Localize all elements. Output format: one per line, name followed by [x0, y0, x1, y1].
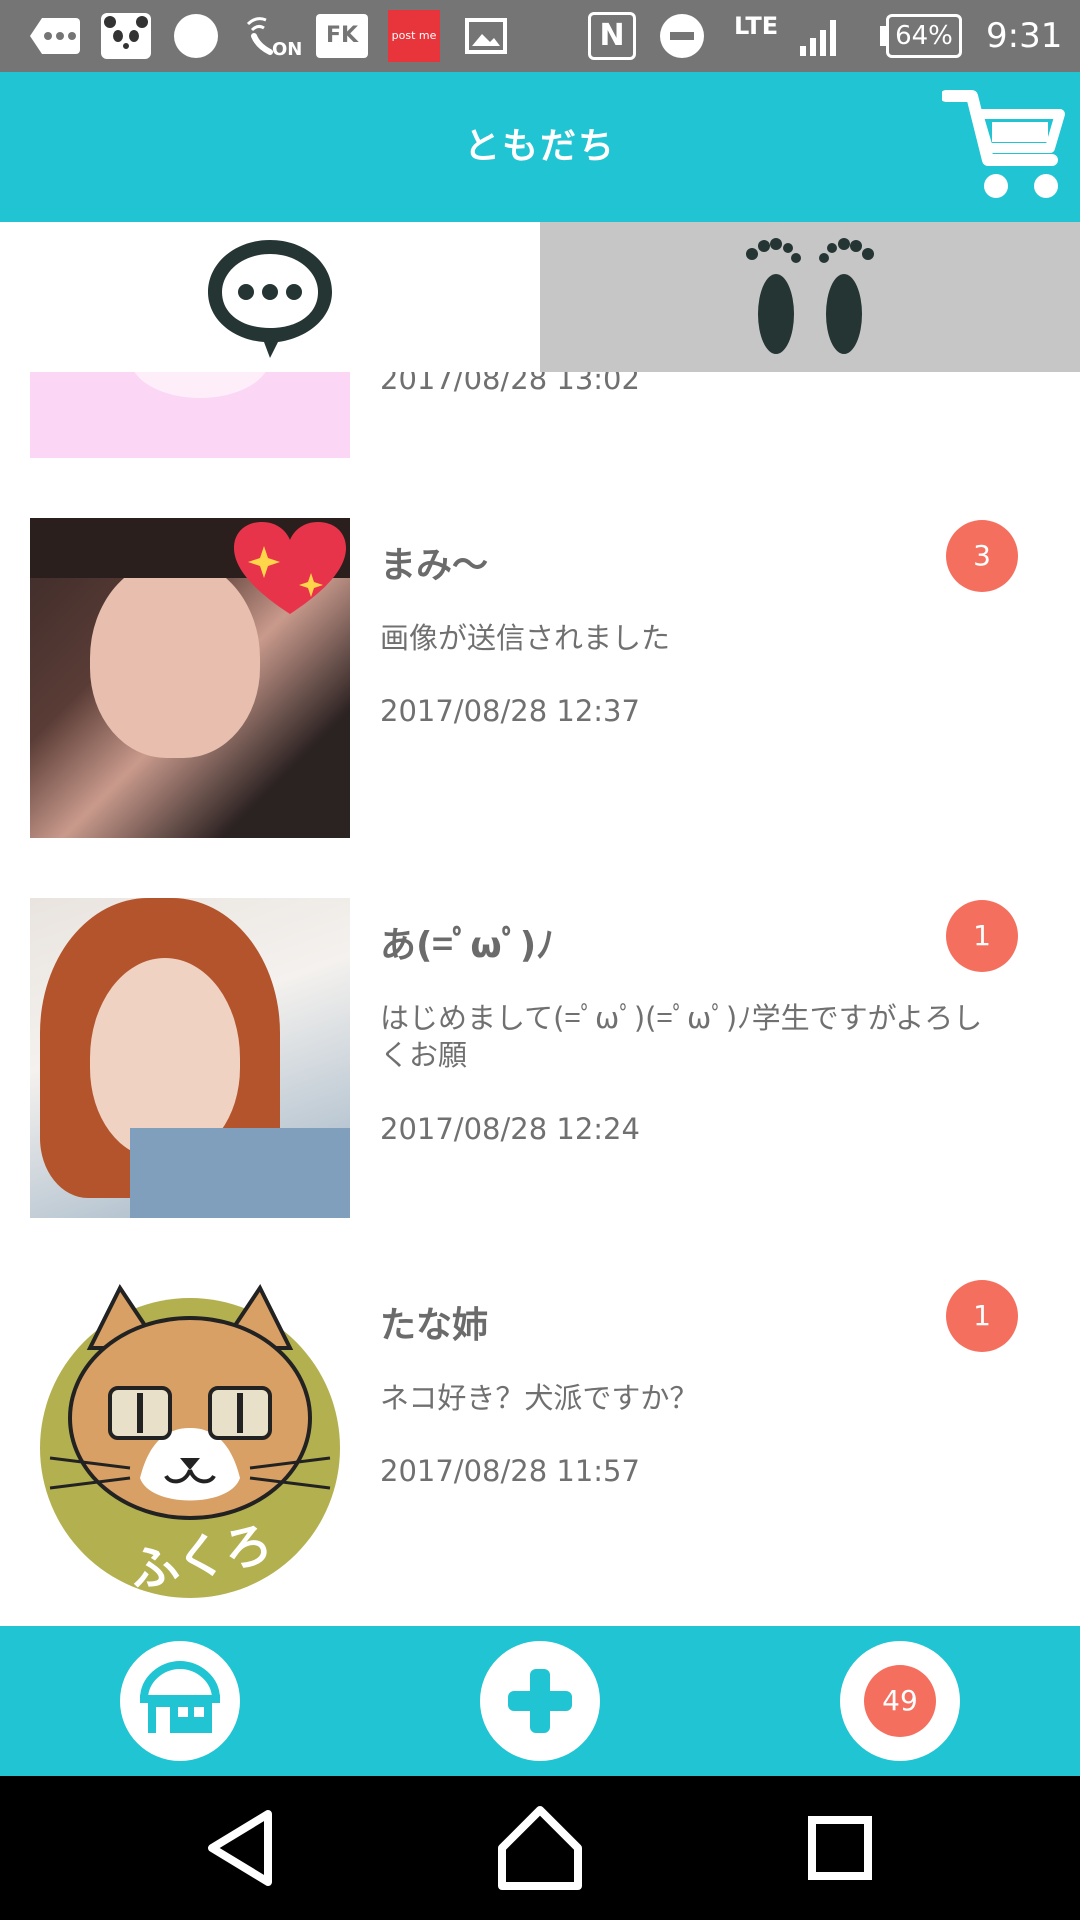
list-item[interactable]: あ(=ﾟωﾟ)ﾉ 1 はじめまして(=ﾟωﾟ)(=ﾟωﾟ)ﾉ学生ですがよろしくお…: [0, 898, 1080, 1218]
list-item[interactable]: ふくろ たな姉 1 ネコ好き？犬派ですか？ 2017/08/28 11:57: [0, 1278, 1080, 1598]
message-time: 2017/08/28 13:02: [380, 372, 640, 396]
last-message: はじめまして(=ﾟωﾟ)(=ﾟωﾟ)ﾉ学生ですがよろしくお願: [380, 1001, 983, 1072]
system-nav-bar: [0, 1776, 1080, 1920]
list-item[interactable]: 2017/08/28 13:02: [0, 372, 1080, 458]
message-time: 2017/08/28 12:24: [380, 1112, 640, 1146]
nfc-label: N: [599, 18, 625, 53]
last-message: ネコ好き？犬派ですか？: [380, 1381, 699, 1415]
unread-badge: 1: [946, 1280, 1018, 1352]
battery-icon: 64%: [886, 14, 962, 58]
bottom-bar: 49: [0, 1626, 1080, 1776]
unread-badge: 3: [946, 520, 1018, 592]
panda-icon: [101, 13, 151, 59]
speech-bubble-icon: [208, 240, 332, 358]
add-button[interactable]: [480, 1641, 600, 1761]
postme-app-icon: post me: [388, 10, 440, 62]
cart-icon[interactable]: [942, 86, 1068, 204]
clock: 9:31: [986, 16, 1063, 56]
friend-list[interactable]: 2017/08/28 13:02 まみ〜 3 画像が送信されました 2017/0…: [0, 372, 1080, 1626]
avatar: [30, 372, 350, 458]
avatar: ふくろ: [30, 1278, 350, 1598]
plus-icon: [508, 1669, 572, 1733]
friend-name: まみ〜: [380, 545, 489, 586]
avatar: [30, 518, 350, 838]
notification-count-badge: 49: [864, 1665, 936, 1737]
fk-app-icon: FK: [316, 14, 368, 58]
unread-badge: 1: [946, 900, 1018, 972]
home-nav-icon[interactable]: [490, 1798, 590, 1898]
recents-icon[interactable]: [790, 1798, 890, 1898]
battery-nub: [880, 26, 886, 46]
page-title: ともだち: [463, 126, 616, 167]
network-type: LTE: [734, 12, 779, 40]
home-icon: [139, 1660, 221, 1733]
list-item[interactable]: まみ〜 3 画像が送信されました 2017/08/28 12:37: [0, 518, 1080, 838]
battery-level: 64%: [895, 21, 953, 51]
heart-sticker-icon: [234, 522, 346, 614]
image-icon: [465, 18, 507, 54]
tab-messages[interactable]: [0, 222, 540, 372]
avatar-highlight: [130, 372, 270, 398]
message-time: 2017/08/28 11:57: [380, 1454, 640, 1488]
status-bar: ON FK post me N LTE 64% 9:31: [0, 0, 1080, 72]
app-header: ともだち: [0, 72, 1080, 222]
fk-app-label: FK: [325, 23, 359, 48]
notifications-button[interactable]: 49: [840, 1641, 960, 1761]
signal-icon: [800, 20, 836, 56]
last-message: 画像が送信されました: [380, 621, 671, 655]
do-not-disturb-icon: [660, 14, 704, 58]
message-time: 2017/08/28 12:37: [380, 694, 640, 728]
nfc-icon: N: [588, 12, 636, 60]
tab-footprints[interactable]: [540, 222, 1080, 372]
home-button[interactable]: [120, 1641, 240, 1761]
friend-name: あ(=ﾟωﾟ)ﾉ: [380, 925, 555, 966]
footprints-icon: [746, 238, 874, 354]
circle-icon: [174, 14, 218, 58]
avatar-shirt: [130, 1128, 350, 1218]
friend-name: たな姉: [380, 1305, 489, 1346]
chat-dots-icon: [30, 18, 80, 54]
postme-app-label: post me: [391, 29, 437, 42]
back-icon[interactable]: [190, 1798, 290, 1898]
avatar: [30, 898, 350, 1218]
